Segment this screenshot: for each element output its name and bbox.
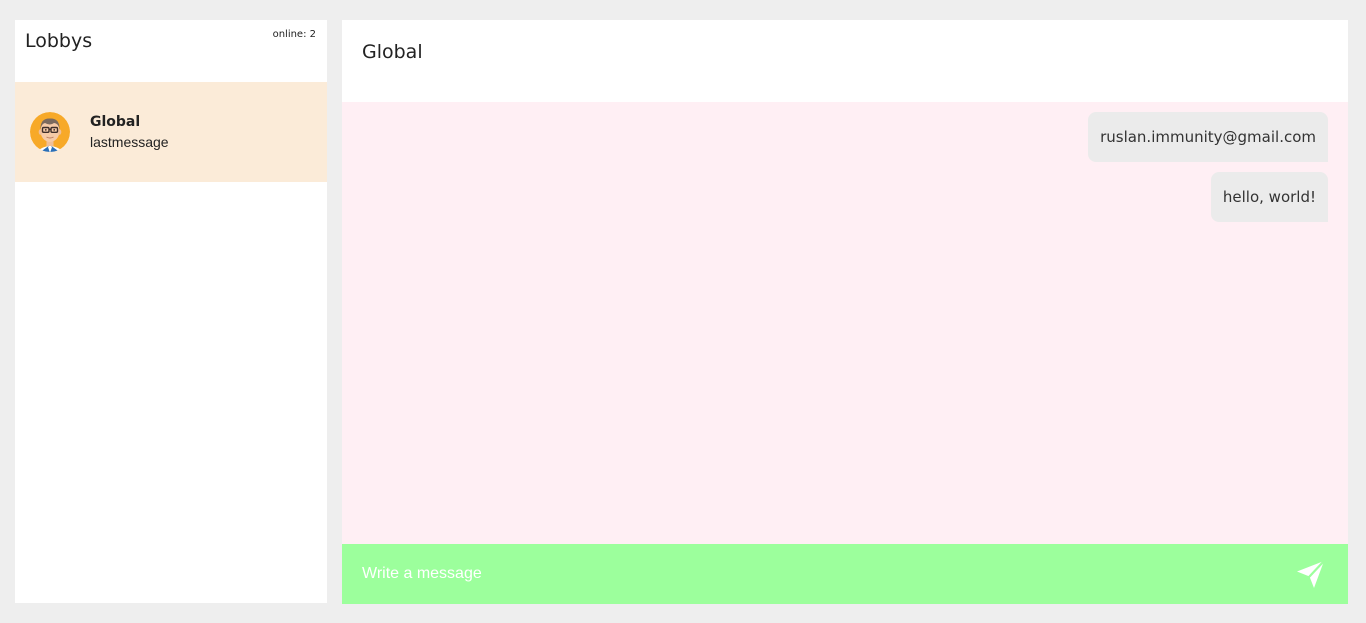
message-composer (342, 544, 1348, 604)
paper-plane-icon (1297, 559, 1326, 588)
sidebar-title: Lobbys (25, 30, 93, 52)
chat-title: Global (362, 41, 423, 63)
message-input[interactable] (342, 544, 1272, 604)
lobby-last-message: lastmessage (90, 134, 169, 150)
chat-panel: Global ruslan.immunity@gmail.com hello, … (342, 20, 1348, 604)
lobby-name: Global (90, 114, 141, 130)
lobby-item-global[interactable]: Global lastmessage (15, 82, 327, 182)
chat-header: Global (342, 20, 1348, 102)
sidebar-header: Lobbys online: 2 (15, 20, 327, 82)
message-bubble: ruslan.immunity@gmail.com (1088, 112, 1328, 162)
send-button[interactable] (1294, 558, 1328, 592)
message-bubble: hello, world! (1210, 172, 1328, 222)
lobby-sidebar: Lobbys online: 2 Global lastmessage (15, 20, 327, 603)
message-list[interactable]: ruslan.immunity@gmail.com hello, world! (342, 102, 1348, 544)
user-avatar-icon (30, 112, 70, 152)
online-count: online: 2 (272, 29, 316, 40)
